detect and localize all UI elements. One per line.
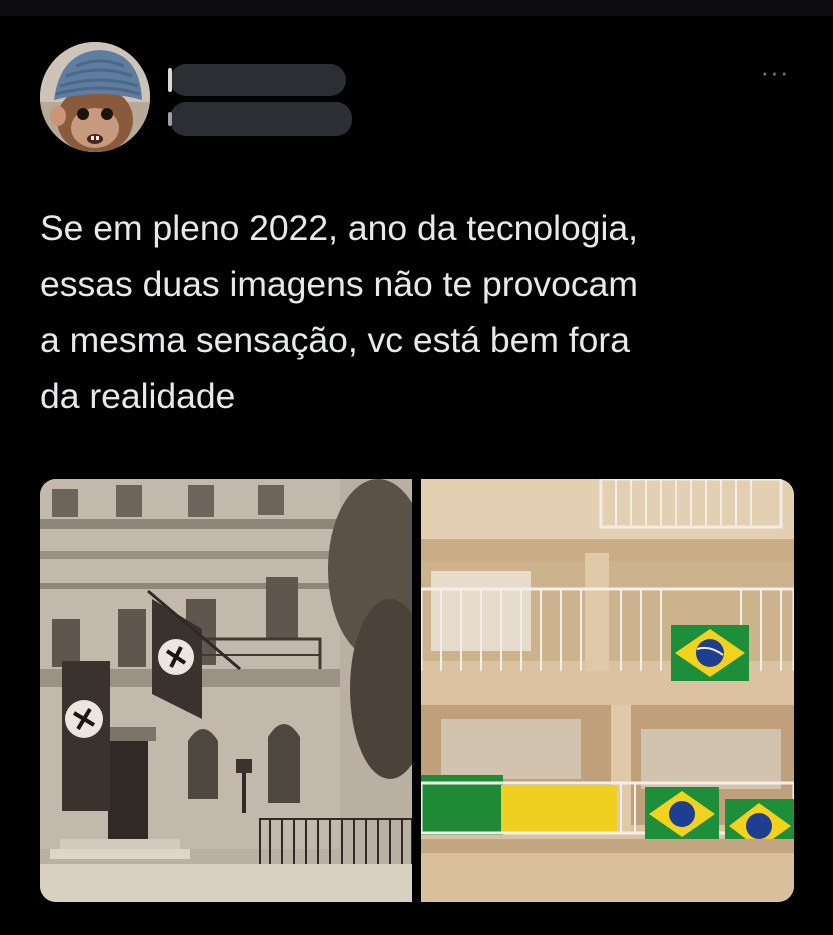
author-name-redacted[interactable]: [168, 64, 346, 96]
more-options-button[interactable]: ···: [760, 59, 790, 90]
avatar-monkey-image: [40, 42, 150, 152]
tweet-text-line: essas duas imagens não te provocam: [40, 264, 638, 304]
top-status-strip: [0, 0, 833, 16]
redaction-edge-mark: [168, 112, 172, 126]
redaction-edge-mark: [168, 68, 172, 92]
avatar[interactable]: [40, 42, 150, 152]
tweet-text: Se em pleno 2022, ano da tecnologia, ess…: [40, 200, 800, 424]
historic-building-photo: [40, 479, 412, 902]
tweet-media-grid: [40, 479, 794, 902]
media-photo-2[interactable]: [421, 479, 794, 902]
tweet-text-line: Se em pleno 2022, ano da tecnologia,: [40, 208, 639, 248]
media-photo-1[interactable]: [40, 479, 412, 902]
apartment-balconies-photo: [421, 479, 794, 902]
more-horizontal-icon: ···: [760, 57, 790, 87]
author-handle-redacted[interactable]: [168, 102, 352, 136]
tweet-text-line: a mesma sensação, vc está bem fora: [40, 320, 630, 360]
tweet-text-line: da realidade: [40, 376, 236, 416]
